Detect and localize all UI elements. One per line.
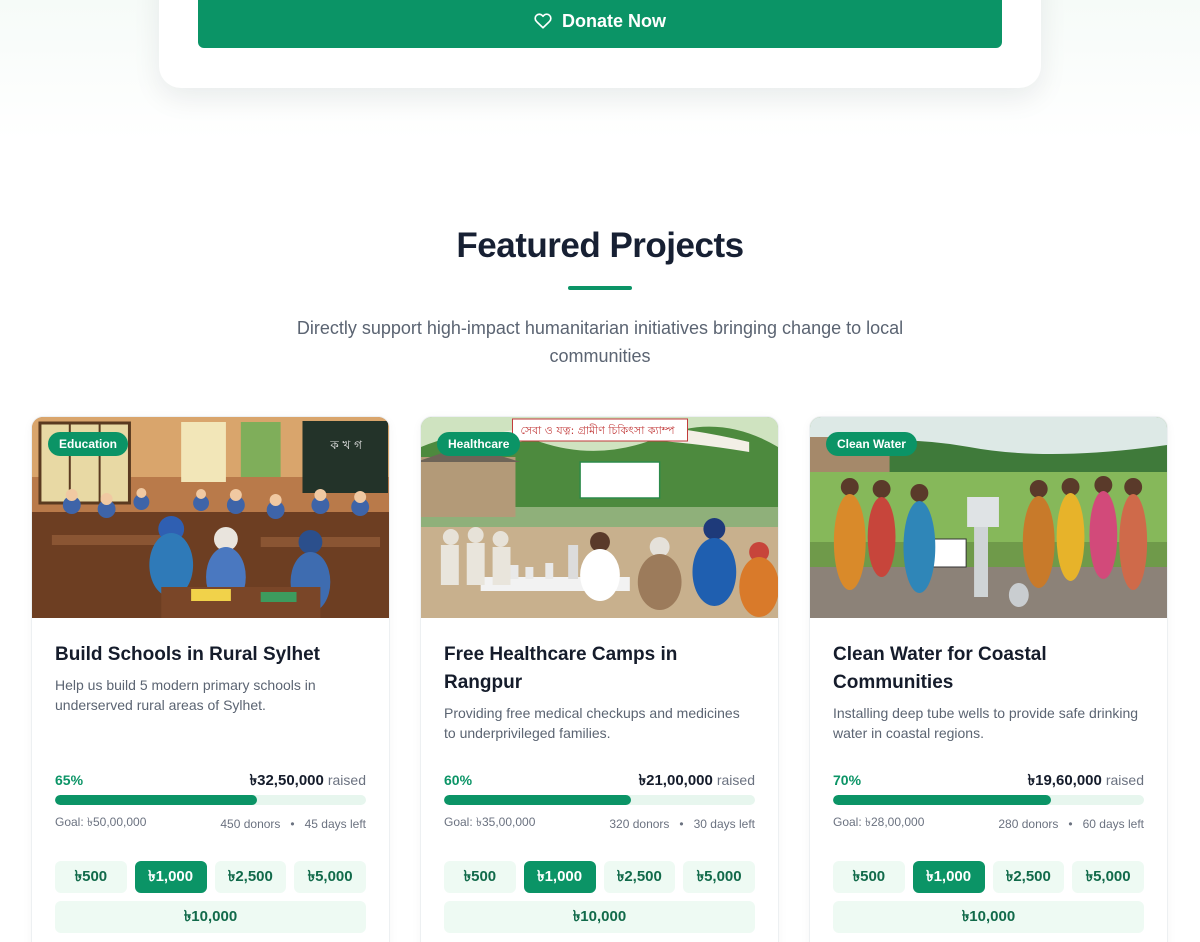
days-left: 60 days left (1082, 817, 1144, 831)
amount-option-5000[interactable]: ৳5,000 (1072, 861, 1144, 893)
category-badge: Healthcare (437, 432, 521, 456)
raised-amount: ৳21,00,000 (638, 772, 713, 789)
donate-now-label: Donate Now (561, 10, 666, 31)
category-badge: Clean Water (826, 432, 917, 456)
project-description: Help us build 5 modern primary schools i… (55, 677, 316, 713)
progress-bar (833, 795, 1144, 805)
svg-text:ক খ গ: ক খ গ (329, 438, 363, 452)
project-image: Clean Water (810, 417, 1167, 618)
project-image: ক খ গ Education (32, 417, 389, 618)
goal-text: Goal: ৳35,00,000 (444, 815, 536, 829)
progress-percent: 65% (55, 772, 84, 788)
project-meta: Goal: ৳50,00,000 450 donors • 45 days le… (55, 814, 366, 834)
amount-option-10000[interactable]: ৳10,000 (55, 901, 366, 933)
project-card-healthcare[interactable]: সেবা ও যত্ন: গ্রামীণ চিকিৎসা ক্যাম্প Hea… (420, 416, 779, 942)
project-card-education[interactable]: ক খ গ Education Build Schools in Rural S… (31, 416, 390, 942)
progress-percent: 70% (833, 772, 862, 788)
days-left: 45 days left (304, 817, 366, 831)
amount-options: ৳500 ৳1,000 ৳2,500 ৳5,000 (833, 861, 1144, 893)
raised-amount: ৳19,60,000 (1027, 772, 1102, 789)
days-left: 30 days left (693, 817, 755, 831)
heart-icon (534, 13, 552, 29)
donors-count: 280 donors (998, 817, 1059, 831)
amount-option-10000[interactable]: ৳10,000 (444, 901, 755, 933)
donors-count: 320 donors (609, 817, 670, 831)
project-title[interactable]: Build Schools in Rural Sylhet (55, 641, 366, 669)
amount-option-500[interactable]: ৳500 (444, 861, 516, 893)
amount-option-500[interactable]: ৳500 (833, 861, 905, 893)
separator-dot: • (1068, 817, 1073, 831)
project-image: সেবা ও যত্ন: গ্রামীণ চিকিৎসা ক্যাম্প Hea… (421, 417, 778, 618)
progress-bar-fill (833, 795, 1051, 805)
progress-summary: 65% ৳32,50,000 raised (55, 769, 366, 794)
project-title[interactable]: Clean Water for Coastal Communities (833, 641, 1144, 697)
donors-count: 450 donors (220, 817, 281, 831)
project-title[interactable]: Free Healthcare Camps in Rangpur (444, 641, 755, 697)
raised-label: raised (716, 772, 755, 788)
progress-summary: 70% ৳19,60,000 raised (833, 769, 1144, 794)
project-description: Installing deep tube wells to provide sa… (833, 705, 1139, 741)
amount-option-5000[interactable]: ৳5,000 (683, 861, 755, 893)
amount-option-5000[interactable]: ৳5,000 (294, 861, 366, 893)
section-title: Featured Projects (456, 226, 744, 265)
progress-bar-fill (444, 795, 631, 805)
amount-option-1000[interactable]: ৳1,000 (912, 861, 985, 893)
amount-option-2500[interactable]: ৳2,500 (603, 861, 676, 893)
project-meta: Goal: ৳35,00,000 320 donors • 30 days le… (444, 814, 755, 834)
amount-options: ৳500 ৳1,000 ৳2,500 ৳5,000 (444, 861, 755, 893)
progress-bar-fill (55, 795, 258, 805)
goal-text: Goal: ৳50,00,000 (55, 815, 147, 829)
separator-dot: • (679, 817, 684, 831)
section-subtitle: Directly support high-impact humanitaria… (296, 318, 904, 366)
title-underline (568, 286, 632, 290)
goal-text: Goal: ৳28,00,000 (833, 815, 925, 829)
category-badge: Education (48, 432, 129, 456)
project-meta: Goal: ৳28,00,000 280 donors • 60 days le… (833, 814, 1144, 834)
progress-summary: 60% ৳21,00,000 raised (444, 769, 755, 794)
amount-option-1000[interactable]: ৳1,000 (134, 861, 207, 893)
separator-dot: • (290, 817, 295, 831)
amount-option-2500[interactable]: ৳2,500 (992, 861, 1065, 893)
amount-option-2500[interactable]: ৳2,500 (214, 861, 287, 893)
raised-label: raised (1105, 772, 1144, 788)
amount-option-1000[interactable]: ৳1,000 (523, 861, 596, 893)
donate-now-button[interactable]: Donate Now (198, 0, 1002, 48)
progress-bar (444, 795, 755, 805)
project-card-clean-water[interactable]: Clean Water Clean Water for Coastal Comm… (809, 416, 1168, 942)
amount-option-500[interactable]: ৳500 (55, 861, 127, 893)
svg-text:সেবা ও যত্ন: গ্রামীণ চিকিৎসা ক: সেবা ও যত্ন: গ্রামীণ চিকিৎসা ক্যাম্প (520, 424, 674, 437)
raised-amount: ৳32,50,000 (249, 772, 324, 789)
raised-label: raised (327, 772, 366, 788)
progress-bar (55, 795, 366, 805)
amount-options: ৳500 ৳1,000 ৳2,500 ৳5,000 (55, 861, 366, 893)
project-description: Providing free medical checkups and medi… (444, 705, 740, 741)
amount-option-10000[interactable]: ৳10,000 (833, 901, 1144, 933)
progress-percent: 60% (444, 772, 473, 788)
